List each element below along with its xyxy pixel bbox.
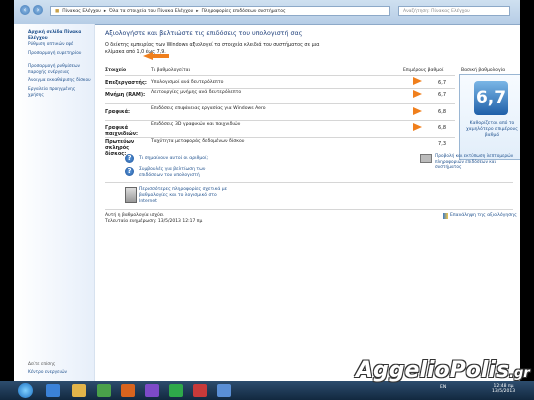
status-valid: Αυτή η βαθμολογία ισχύει	[105, 213, 164, 218]
sidebar-item-indexing[interactable]: Προσαρμογή ευρετηρίου	[28, 51, 92, 57]
page-title: Αξιολογήστε και βελτιώστε τις επιδόσεις …	[105, 30, 303, 37]
arrow-icon	[413, 123, 422, 131]
arrow-icon	[413, 77, 422, 85]
subscore: 6,8	[438, 109, 446, 115]
component-desc: Υπολογισμοί ανά δευτερόλεπτο	[151, 80, 224, 85]
arrow-icon	[413, 90, 422, 98]
media-icon[interactable]	[97, 384, 111, 397]
divider	[105, 209, 513, 210]
subscore: 6,7	[438, 80, 446, 86]
watermark-name: AggelioPolis	[356, 358, 510, 383]
shield-icon	[443, 213, 448, 219]
viber-icon[interactable]	[145, 384, 159, 397]
col-rated: Τι βαθμολογείται	[151, 68, 191, 73]
firefox-icon[interactable]	[121, 384, 135, 397]
base-score-badge: 6,7	[474, 81, 508, 115]
internet-explorer-icon[interactable]	[46, 384, 60, 397]
clock[interactable]: 12:48 πμ 13/5/2013	[492, 384, 515, 394]
taskbar: EN 12:48 πμ 13/5/2013	[0, 381, 534, 400]
address-bar[interactable]: ■ Πίνακας Ελέγχου ▸ Όλα τα στοιχεία του …	[50, 6, 390, 16]
tray-language[interactable]: EN	[440, 385, 446, 390]
subscore: 6,7	[438, 92, 446, 98]
app-icon[interactable]	[193, 384, 207, 397]
folder-icon[interactable]	[72, 384, 86, 397]
intro-text: Ο δείκτης εμπειρίας των Windows αξιολογε…	[105, 43, 320, 55]
sidebar-item-visual-effects[interactable]: Ρύθμιση οπτικών εφέ	[28, 42, 92, 48]
arrow-icon	[413, 107, 422, 115]
base-score-desc: Καθορίζεται από το χαμηλότερο επιμέρους …	[466, 121, 518, 138]
windows-start-icon[interactable]	[18, 383, 33, 398]
more-info-link[interactable]: Περισσότερες πληροφορίες σχετικά με βαθμ…	[139, 187, 234, 205]
search-input[interactable]: Αναζήτηση: Πίνακας Ελέγχου	[398, 6, 510, 16]
sidebar-item-advanced-tools[interactable]: Εργαλεία προηγμένης χρήσης	[28, 87, 92, 99]
action-center-link[interactable]: Κέντρο ενεργειών	[28, 370, 67, 375]
component-desc: Ταχύτητα μεταφοράς δεδομένων δίσκου	[151, 139, 245, 144]
clock-date: 13/5/2013	[492, 389, 516, 394]
software-icon	[125, 187, 137, 203]
arrow-icon	[143, 52, 153, 60]
breadcrumb-item[interactable]: Πίνακας Ελέγχου	[62, 9, 101, 14]
sidebar-item-disk-cleanup[interactable]: Άνοιγμα εκκαθάρισης δίσκου	[28, 78, 92, 84]
main-content: Αξιολογήστε και βελτιώστε τις επιδόσεις …	[95, 24, 520, 381]
breadcrumb-item[interactable]: Πληροφορίες επιδόσεων συστήματος	[202, 9, 286, 14]
subscore: 7,3	[438, 141, 446, 147]
printer-icon	[420, 154, 432, 163]
rerun-link[interactable]: Επανάληψη της αξιολόγησης	[450, 213, 517, 218]
see-also-label: Δείτε επίσης	[28, 362, 56, 367]
subscore: 6,8	[438, 125, 446, 131]
back-icon[interactable]: ‹	[20, 5, 30, 15]
divider	[105, 120, 455, 121]
watermark-logo: AggelioPolis.gr	[356, 358, 530, 383]
divider	[105, 103, 455, 104]
base-score-panel: 6,7 Καθορίζεται από το χαμηλότερο επιμέρ…	[459, 74, 520, 160]
divider	[105, 182, 513, 183]
component-desc: Επιδόσεις επιφάνειας εργασίας για Window…	[151, 106, 266, 111]
col-component: Στοιχείο	[105, 68, 127, 73]
tips-link[interactable]: Συμβουλές για βελτίωση των επιδόσεων του…	[139, 167, 219, 179]
help-icon: ?	[125, 167, 134, 176]
chevron-right-icon: ▸	[196, 8, 199, 14]
chevron-right-icon: ▸	[103, 8, 107, 14]
col-base: Βασική βαθμολογία	[461, 68, 506, 73]
component-desc: Επιδόσεις 3D γραφικών και παιχνιδιών	[151, 122, 241, 127]
sidebar-item-home[interactable]: Αρχική σελίδα Πίνακα Ελέγχου	[28, 30, 92, 42]
status-updated: Τελευταία ενημέρωση: 13/5/2013 12:17 πμ	[105, 219, 203, 224]
sidebar-item-power[interactable]: Προσαρμογή ρυθμίσεων παροχής ενέργειας	[28, 64, 92, 76]
watermark-tld: .gr	[509, 366, 530, 381]
title-bar: ‹ › ■ Πίνακας Ελέγχου ▸ Όλα τα στοιχεία …	[14, 0, 520, 25]
sidebar: Αρχική σελίδα Πίνακα Ελέγχου Ρύθμιση οπτ…	[14, 24, 95, 381]
divider	[105, 137, 455, 138]
divider	[105, 88, 455, 89]
forward-icon[interactable]: ›	[33, 5, 43, 15]
folder-icon: ■	[55, 8, 60, 14]
arrow-icon	[153, 54, 169, 58]
col-subscore: Επιμέρους βαθμοί	[403, 68, 444, 73]
print-details-link[interactable]: Προβολή και εκτύπωση λεπτομερών πληροφορ…	[435, 154, 517, 171]
help-icon: ?	[125, 154, 134, 163]
breadcrumb-item[interactable]: Όλα τα στοιχεία του Πίνακα Ελέγχου	[109, 9, 193, 14]
component-desc: Λειτουργίες μνήμης ανά δευτερόλεπτο	[151, 90, 242, 95]
spotify-icon[interactable]	[169, 384, 183, 397]
control-panel-icon[interactable]	[217, 384, 231, 397]
window: ‹ › ■ Πίνακας Ελέγχου ▸ Όλα τα στοιχεία …	[14, 0, 520, 381]
divider	[105, 75, 455, 76]
meaning-link[interactable]: Τι σημαίνουν αυτοί οι αριθμοί;	[139, 156, 208, 161]
